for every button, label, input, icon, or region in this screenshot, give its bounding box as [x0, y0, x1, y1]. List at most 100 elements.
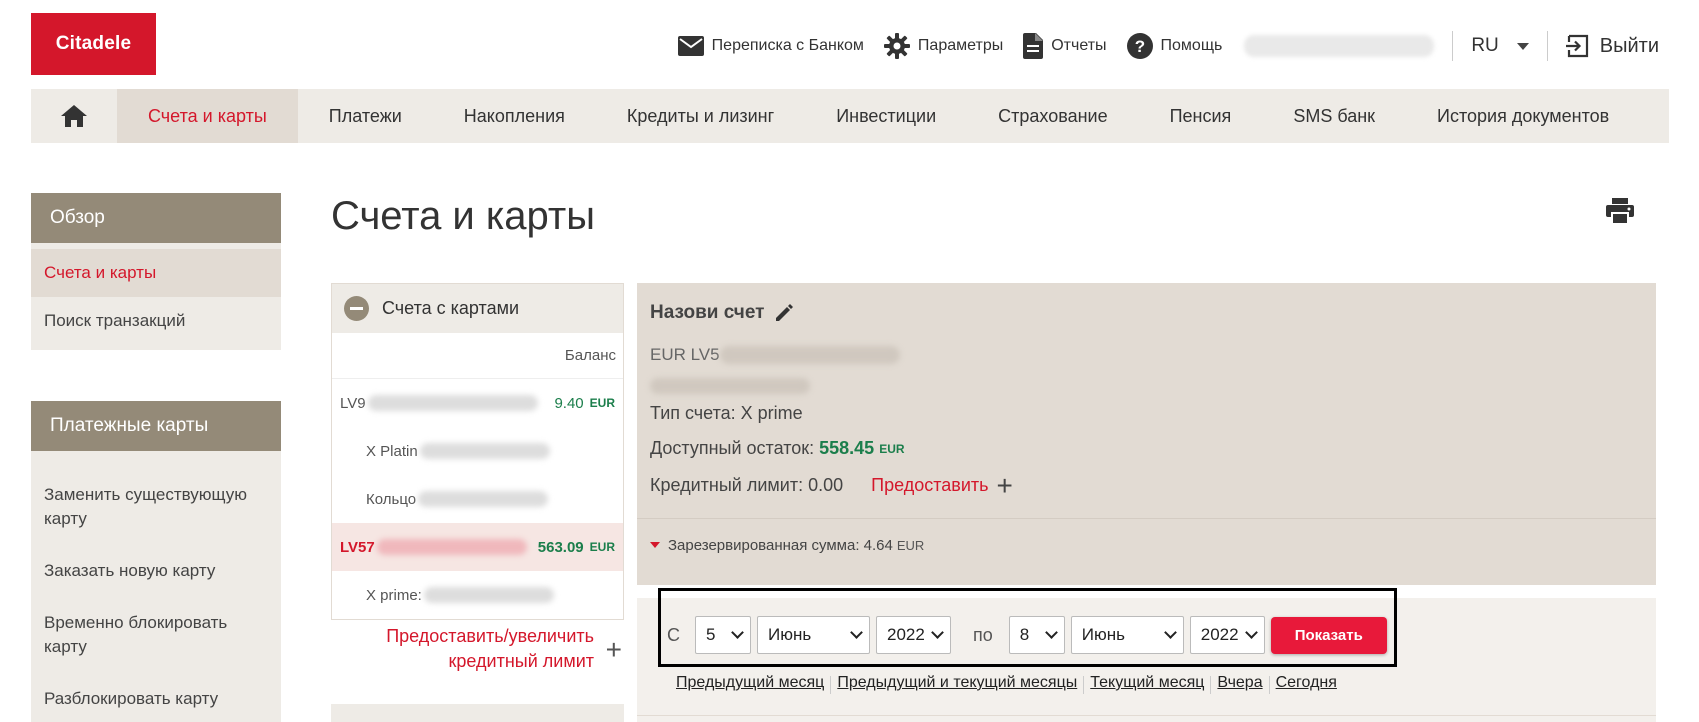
from-month-select[interactable]: Июнь	[757, 616, 870, 654]
tab-insurance[interactable]: Страхование	[967, 89, 1138, 143]
accounts-group-title: Счета с картами	[382, 298, 520, 318]
to-year-select[interactable]: 2022	[1189, 616, 1265, 654]
sidebar-item-order-card[interactable]: Заказать новую карту	[31, 547, 281, 595]
chevron-down-icon	[1244, 626, 1258, 639]
settings-link[interactable]: Параметры	[883, 33, 1003, 59]
main-navigation: Счета и карты Платежи Накопления Кредиты…	[31, 89, 1669, 143]
sidebar-item-block-card[interactable]: Временно блокировать карту	[31, 599, 281, 671]
collapse-icon[interactable]	[344, 296, 369, 321]
account-balance: 9.40	[554, 394, 584, 412]
sidebar-item-replace-card[interactable]: Заменить существующую карту	[31, 471, 281, 543]
messages-label: Переписка с Банком	[711, 37, 864, 54]
balance-column-header: Баланс	[332, 333, 623, 379]
card-name: Кольцо	[366, 491, 615, 508]
sidebar-cards: Платежные карты Заменить существующую ка…	[31, 401, 281, 722]
page-title: Счета и карты	[331, 194, 595, 238]
help-label: Помощь	[1160, 37, 1223, 54]
divider	[637, 715, 1656, 716]
sidebar-item-accounts-cards[interactable]: Счета и карты	[31, 249, 281, 297]
user-name-redacted	[1244, 35, 1435, 57]
available-currency: EUR	[879, 441, 905, 456]
chevron-down-icon	[931, 626, 944, 639]
account-currency: EUR	[589, 396, 615, 410]
tab-accounts-cards[interactable]: Счета и карты	[117, 89, 298, 143]
to-day-select[interactable]: 8	[1008, 616, 1065, 654]
home-button[interactable]	[31, 89, 117, 143]
help-icon: ?	[1126, 33, 1153, 59]
card-row[interactable]: Кольцо	[332, 475, 623, 523]
logout-icon	[1565, 34, 1588, 58]
credit-limit-link[interactable]: Предоставить/увеличить кредитный лимит +	[331, 624, 624, 674]
account-iban: LV9	[340, 395, 554, 412]
account-name: Назови счет	[650, 302, 794, 324]
envelope-icon	[677, 36, 704, 56]
sidebar-overview-title: Обзор	[31, 193, 281, 243]
account-iban-line: EUR LV5	[650, 345, 900, 365]
link-previous-month[interactable]: Предыдущий месяц	[676, 674, 824, 694]
account-currency: EUR	[589, 540, 615, 554]
card-name: X Platin	[366, 443, 615, 460]
to-label: по	[973, 624, 993, 645]
chevron-down-icon	[1163, 626, 1177, 639]
top-navigation: Переписка с Банком Параметры Отчеты ? По…	[658, 24, 1659, 68]
account-details-panel: Назови счет EUR LV5 Тип счета: X prime Д…	[637, 283, 1656, 585]
account-iban: LV57	[340, 539, 538, 556]
help-link[interactable]: ? Помощь	[1126, 33, 1223, 59]
caret-down-icon	[1516, 42, 1529, 50]
reports-link[interactable]: Отчеты	[1023, 33, 1107, 59]
link-yesterday[interactable]: Вчера	[1217, 674, 1262, 694]
tab-savings[interactable]: Накопления	[433, 89, 596, 143]
print-button[interactable]	[1606, 198, 1634, 229]
gear-icon	[883, 33, 910, 59]
from-label: С	[667, 624, 680, 645]
tab-payments[interactable]: Платежи	[298, 89, 433, 143]
provide-credit-link[interactable]: Предоставить +	[871, 469, 1013, 501]
plus-icon: +	[996, 469, 1013, 501]
logout-button[interactable]: Выйти	[1565, 34, 1659, 58]
available-balance: Доступный остаток: 558.45 EUR	[650, 438, 905, 459]
logout-label: Выйти	[1599, 34, 1659, 57]
divider	[1083, 676, 1085, 694]
tab-documents-history[interactable]: История документов	[1406, 89, 1640, 143]
language-selector[interactable]: RU	[1471, 35, 1529, 57]
card-name: X prime:	[366, 587, 615, 604]
from-day-select[interactable]: 5	[695, 616, 751, 654]
redacted-line	[650, 378, 810, 394]
sidebar-item-transaction-search[interactable]: Поиск транзакций	[31, 297, 281, 350]
link-previous-current-month[interactable]: Предыдущий и текущий месяцы	[837, 674, 1077, 694]
sidebar-cards-title: Платежные карты	[31, 401, 281, 451]
available-label: Доступный остаток:	[650, 438, 815, 458]
divider	[830, 676, 832, 694]
show-button[interactable]: Показать	[1270, 616, 1387, 654]
sidebar-item-unblock-card[interactable]: Разблокировать карту	[31, 675, 281, 722]
pencil-icon[interactable]	[774, 303, 794, 323]
from-year-select[interactable]: 2022	[876, 616, 951, 654]
link-current-month[interactable]: Текущий месяц	[1090, 674, 1204, 694]
tab-sms-bank[interactable]: SMS банк	[1262, 89, 1406, 143]
tab-investments[interactable]: Инвестиции	[805, 89, 967, 143]
available-amount: 558.45	[819, 438, 875, 458]
credit-limit-label: Предоставить/увеличить кредитный лимит	[386, 626, 594, 671]
link-today[interactable]: Сегодня	[1276, 674, 1337, 694]
reserved-amount-toggle[interactable]: Зарезервированная сумма: 4.64 EUR	[637, 518, 1656, 585]
card-row[interactable]: X prime:	[332, 571, 623, 619]
language-label: RU	[1471, 35, 1499, 56]
account-row[interactable]: LV9 9.40 EUR	[332, 379, 623, 427]
chevron-down-icon	[850, 626, 863, 639]
tab-pension[interactable]: Пенсия	[1139, 89, 1263, 143]
date-filter-row: С 5 Июнь 2022 по 8 Июнь 2022 Показать	[667, 616, 1387, 654]
reports-label: Отчеты	[1051, 37, 1107, 54]
account-row-selected[interactable]: LV57 563.09 EUR	[332, 523, 623, 571]
card-row[interactable]: X Platin	[332, 427, 623, 475]
divider	[1210, 676, 1212, 694]
tab-loans-leasing[interactable]: Кредиты и лизинг	[596, 89, 805, 143]
divider	[1546, 31, 1548, 61]
triangle-down-icon	[650, 542, 660, 548]
messages-link[interactable]: Переписка с Банком	[677, 36, 864, 56]
chevron-down-icon	[1044, 626, 1058, 639]
credit-limit-text: Кредитный лимит: 0.00	[650, 475, 844, 495]
citadele-logo[interactable]: Citadele	[31, 13, 156, 75]
accounts-list: Счета с картами Баланс LV9 9.40 EUR X Pl…	[331, 283, 624, 620]
accounts-group-header[interactable]: Счета с картами	[332, 284, 623, 333]
to-month-select[interactable]: Июнь	[1070, 616, 1184, 654]
